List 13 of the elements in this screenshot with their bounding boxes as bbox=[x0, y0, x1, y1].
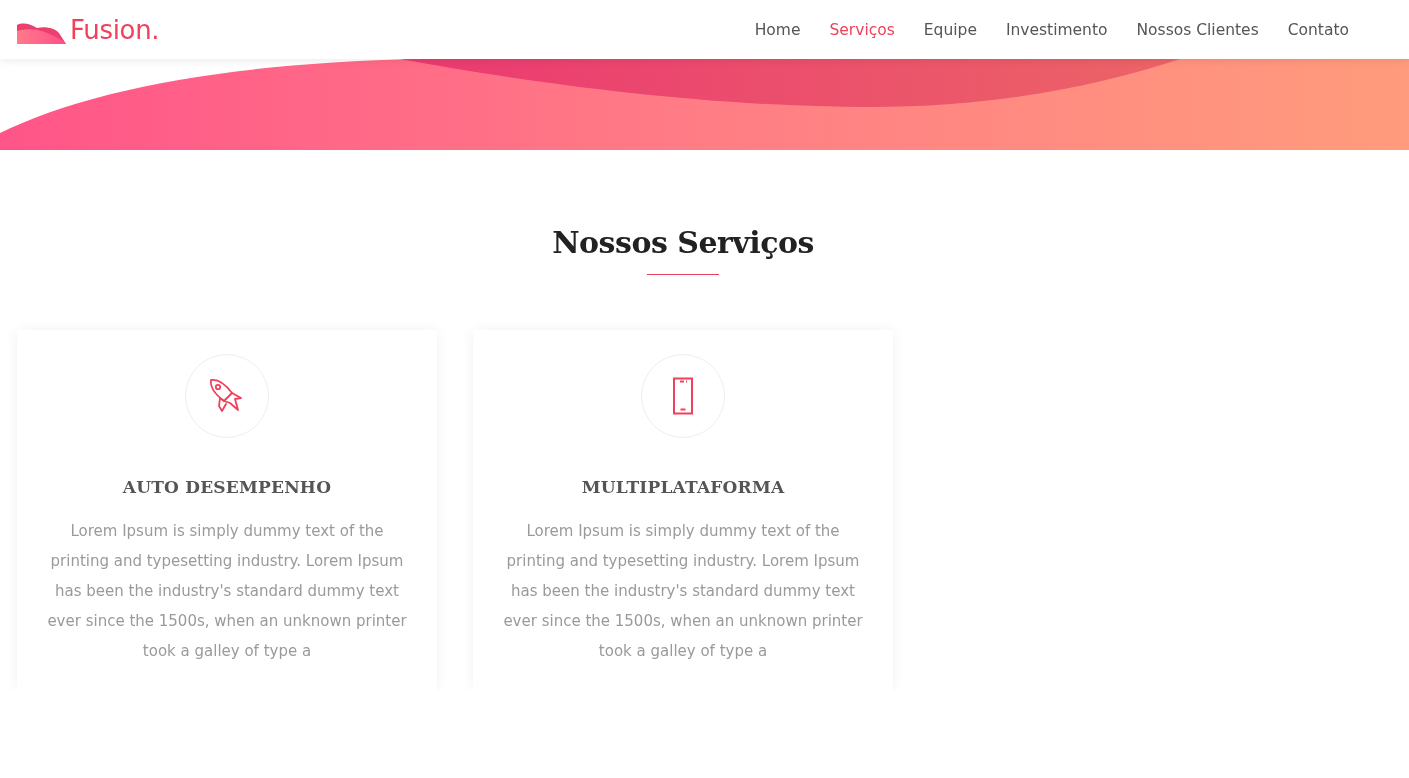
section-title: Nossos Serviços bbox=[552, 224, 814, 262]
nav-link[interactable]: Serviços bbox=[829, 20, 895, 39]
service-title: MULTIPLATAFORMA bbox=[581, 476, 785, 498]
nav-link[interactable]: Contato bbox=[1287, 20, 1349, 39]
service-description: Lorem Ipsum is simply dummy text of the printing and typesetting industry. Lorem Ipsum has been the industry's standard dummy text ever since the 1500s, when an unknown printer took a galley of type a bbox=[46, 521, 408, 662]
nav-link[interactable]: Home bbox=[754, 20, 801, 39]
nav-link[interactable]: Nossos Clientes bbox=[1136, 20, 1259, 39]
brand-logo-text[interactable]: Fusion. bbox=[70, 14, 160, 45]
nav-link[interactable]: Investimento bbox=[1005, 20, 1108, 39]
nav-link[interactable]: Equipe bbox=[923, 20, 977, 39]
service-title: AUTO DESEMPENHO bbox=[122, 476, 332, 498]
service-description: Lorem Ipsum is simply dummy text of the printing and typesetting industry. Lorem Ipsum has been the industry's standard dummy text ever since the 1500s, when an unknown printer took a galley of type a bbox=[502, 521, 864, 662]
cloud-logo-icon bbox=[17, 23, 66, 44]
